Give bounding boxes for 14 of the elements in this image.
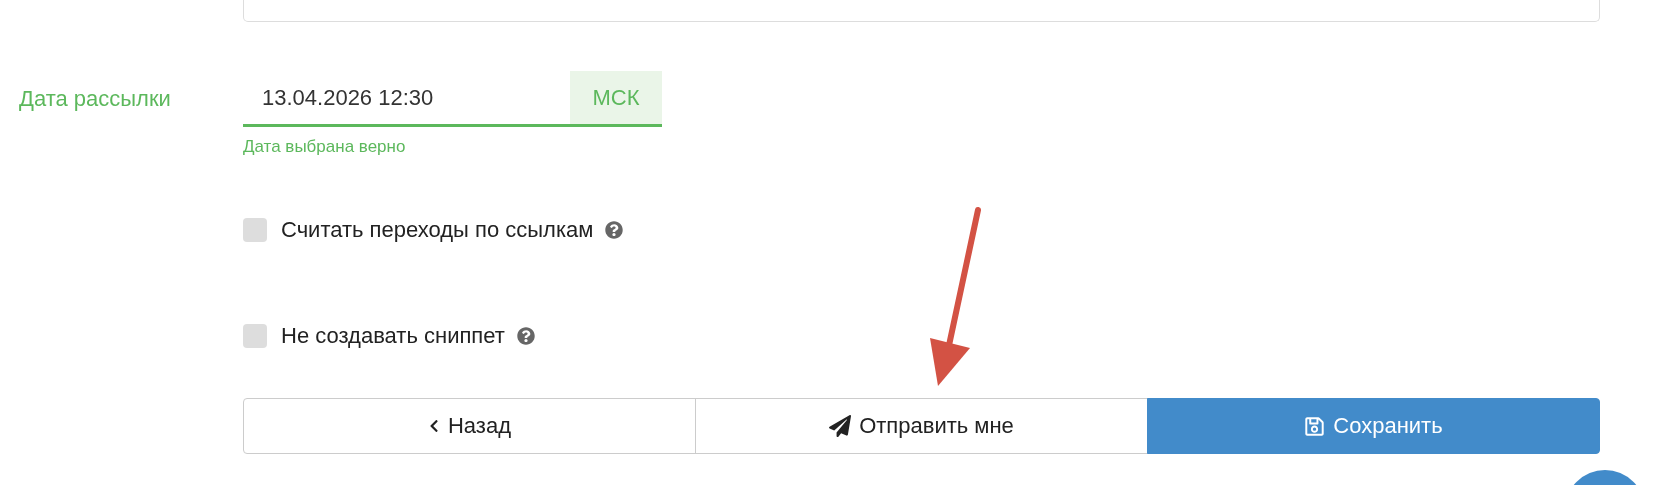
paper-plane-icon xyxy=(829,415,852,437)
checkbox[interactable] xyxy=(243,324,267,348)
save-button[interactable]: Сохранить xyxy=(1147,398,1600,454)
checkbox-label: Считать переходы по ссылкам xyxy=(281,217,594,243)
checkbox-label: Не создавать сниппет xyxy=(281,323,505,349)
validation-hint: Дата выбрана верно xyxy=(243,137,406,157)
send-button[interactable]: Отправить мне xyxy=(695,398,1148,454)
back-button[interactable]: Назад xyxy=(243,398,696,454)
field-label: Дата рассылки xyxy=(19,86,171,112)
help-icon[interactable] xyxy=(605,221,624,239)
date-field[interactable]: 13.04.2026 12:30 xyxy=(243,71,570,127)
checkbox[interactable] xyxy=(243,218,267,242)
timezone-addon: МСК xyxy=(570,71,662,127)
help-icon[interactable] xyxy=(516,327,535,345)
